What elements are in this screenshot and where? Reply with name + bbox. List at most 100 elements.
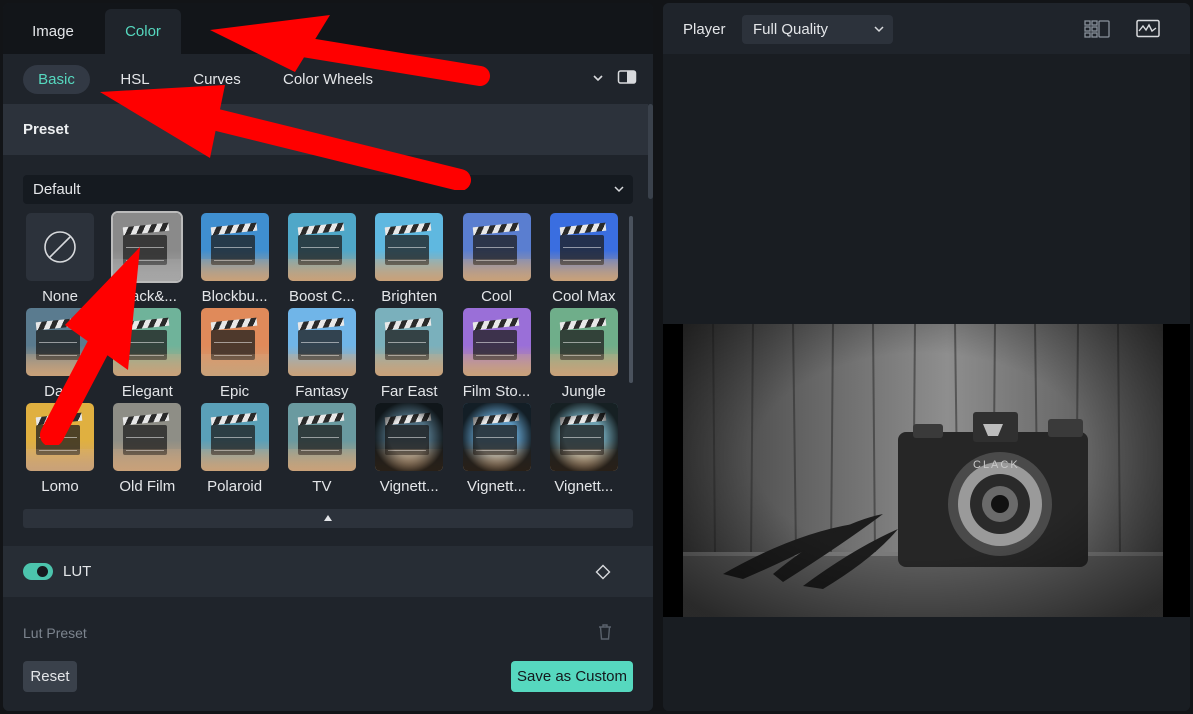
preset-thumbnail — [113, 403, 182, 471]
preset-label: Lomo — [41, 478, 79, 495]
preset-thumbnail — [200, 213, 269, 281]
grid-view-icon[interactable] — [1084, 19, 1110, 39]
preset-thumbnail — [287, 213, 356, 281]
top-tab-bar: Image Color — [3, 3, 653, 54]
preset-label: Cool Max — [552, 288, 616, 305]
preset-item[interactable]: Old Film — [110, 403, 184, 498]
preset-item[interactable]: Boost C... — [285, 213, 359, 308]
sub-tab-bar: Basic HSL Curves Color Wheels — [3, 54, 653, 104]
keyframe-diamond-icon[interactable] — [595, 564, 611, 580]
preset-item[interactable]: Epic — [198, 308, 272, 403]
save-as-custom-button[interactable]: Save as Custom — [511, 661, 633, 692]
preset-label: Far East — [380, 383, 438, 400]
tab-color[interactable]: Color — [105, 9, 181, 54]
preset-thumbnail — [375, 403, 444, 471]
preset-label: Cool — [481, 288, 512, 305]
preset-label: Jungle — [561, 383, 606, 400]
preset-thumbnail — [287, 308, 356, 376]
collapse-presets-button[interactable] — [23, 509, 633, 528]
preset-label: None — [42, 288, 78, 305]
preset-category-dropdown[interactable]: Default — [23, 175, 633, 204]
video-scope-icon[interactable] — [1136, 19, 1160, 39]
lut-preset-label: Lut Preset — [23, 625, 87, 641]
subtab-hsl[interactable]: HSL — [113, 65, 157, 94]
preset-item[interactable]: Blockbu... — [198, 213, 272, 308]
preset-label: Blockbu... — [201, 288, 268, 305]
preset-grid-scrollbar[interactable] — [629, 216, 633, 383]
preset-label: Vignett... — [554, 478, 614, 495]
compare-view-icon[interactable] — [617, 69, 637, 85]
preset-item[interactable]: Lomo — [23, 403, 97, 498]
video-viewer[interactable]: CLACK — [663, 54, 1190, 711]
preset-thumbnail — [287, 403, 356, 471]
lut-toggle[interactable] — [23, 563, 53, 580]
quality-value: Full Quality — [753, 21, 829, 38]
preset-thumbnail — [549, 213, 618, 281]
chevron-down-icon — [874, 26, 884, 33]
player-label: Player — [683, 21, 726, 38]
preset-label: TV — [312, 478, 332, 495]
preset-thumbnail — [26, 403, 94, 471]
preset-thumbnail — [549, 403, 618, 471]
preset-thumbnail — [549, 308, 618, 376]
preset-item[interactable]: TV — [285, 403, 359, 498]
preset-item[interactable]: Fantasy — [285, 308, 359, 403]
preset-item[interactable]: Vignett... — [460, 403, 534, 498]
preset-grid: None Black&... Blockbu... Boost C... Brighte… — [23, 213, 621, 503]
tab-image[interactable]: Image — [5, 9, 101, 54]
reset-button[interactable]: Reset — [23, 661, 77, 692]
subtab-basic[interactable]: Basic — [23, 65, 90, 94]
preset-item[interactable]: Black&... — [110, 213, 184, 308]
preset-thumbnail — [200, 308, 269, 376]
preset-label: Brighten — [381, 288, 438, 305]
chevron-down-icon — [614, 186, 624, 193]
color-panel: Image Color Basic HSL Curves Color Wheel… — [3, 3, 653, 711]
preset-label: Dark — [44, 383, 76, 400]
player-panel: Player Full Quality — [663, 3, 1190, 711]
trash-icon[interactable] — [597, 623, 613, 641]
preset-label: Old Film — [119, 478, 176, 495]
preset-thumbnail — [375, 213, 444, 281]
preset-title: Preset — [23, 121, 69, 138]
preset-label: Epic — [220, 383, 250, 400]
lut-section-header: LUT — [3, 546, 653, 597]
preset-label: Vignett... — [379, 478, 439, 495]
preset-thumbnail — [200, 403, 269, 471]
preset-item[interactable]: Cool — [460, 213, 534, 308]
chevron-down-icon[interactable] — [590, 70, 606, 86]
quality-dropdown[interactable]: Full Quality — [742, 15, 893, 44]
preset-item[interactable]: Cool Max — [547, 213, 621, 308]
preset-thumbnail — [375, 308, 444, 376]
preset-item[interactable]: Vignett... — [372, 403, 446, 498]
preset-item[interactable]: Dark — [23, 308, 97, 403]
preset-item[interactable]: Jungle — [547, 308, 621, 403]
player-toolbar: Player Full Quality — [663, 3, 1190, 54]
preset-label: Polaroid — [207, 478, 263, 495]
panel-footer: Reset Save as Custom — [3, 641, 653, 711]
no-filter-icon — [26, 213, 94, 281]
preset-item[interactable]: Far East — [372, 308, 446, 403]
preset-label: Film Sto... — [462, 383, 531, 400]
video-frame: CLACK — [663, 324, 1190, 617]
preset-thumbnail — [113, 213, 182, 281]
preset-item[interactable]: Brighten — [372, 213, 446, 308]
caret-up-icon — [324, 515, 332, 521]
preset-thumbnail — [113, 308, 182, 376]
preset-item[interactable]: Elegant — [110, 308, 184, 403]
preset-section-header[interactable]: Preset — [3, 104, 648, 155]
subtab-color-wheels[interactable]: Color Wheels — [278, 65, 378, 94]
preset-label: Vignett... — [467, 478, 526, 495]
lut-label: LUT — [63, 563, 92, 580]
preset-thumbnail — [462, 213, 531, 281]
panel-scrollbar[interactable] — [648, 104, 653, 199]
preset-label: Boost C... — [288, 288, 355, 305]
subtab-curves[interactable]: Curves — [187, 65, 247, 94]
preset-item[interactable]: Film Sto... — [460, 308, 534, 403]
preset-item[interactable]: Polaroid — [198, 403, 272, 498]
preset-item[interactable]: None — [23, 213, 97, 308]
preset-label: Elegant — [121, 383, 173, 400]
preset-item[interactable]: Vignett... — [547, 403, 621, 498]
preset-label: Fantasy — [295, 383, 349, 400]
preview-image-camera: CLACK — [683, 324, 1163, 617]
preset-thumbnail — [462, 403, 531, 471]
